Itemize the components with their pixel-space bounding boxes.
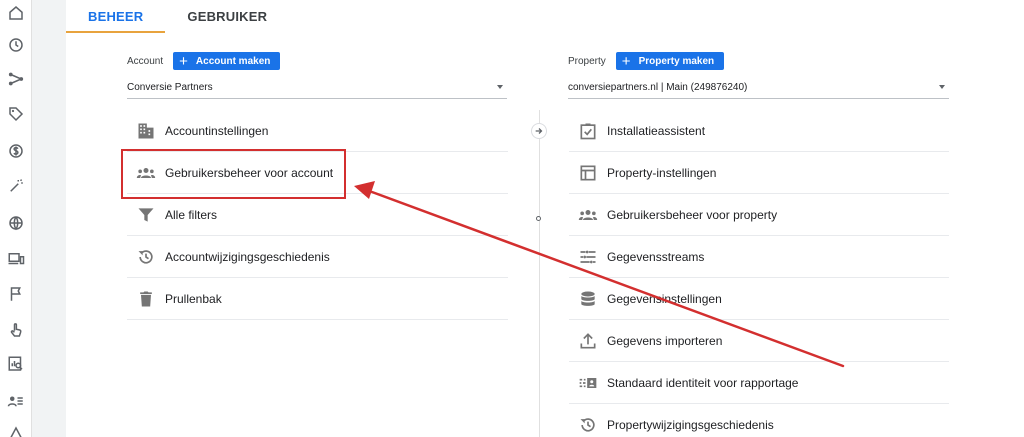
menu-item-label: Gegevens importeren [607,333,723,348]
menu-item-data-streams[interactable]: Gegevensstreams [569,236,949,278]
create-property-label: Property maken [638,55,715,67]
history-icon [135,246,157,268]
checkbox-icon [577,120,599,142]
create-property-button[interactable]: + Property maken [615,52,725,70]
menu-item-account-history[interactable]: Accountwijzigingsgeschiedenis [127,236,508,278]
menu-item-data-settings[interactable]: Gegevensinstellingen [569,278,949,320]
menu-item-setup-assistant[interactable]: Installatieassistent [569,110,949,152]
layout-icon [577,162,599,184]
streams-icon [577,246,599,268]
create-account-label: Account maken [195,55,271,67]
filter-icon [135,204,157,226]
plus-icon: + [179,52,188,70]
tab-gebruiker[interactable]: GEBRUIKER [165,0,289,33]
column-divider [539,110,540,437]
chevron-down-icon [497,85,503,89]
chevron-down-icon [939,85,945,89]
devices-icon[interactable] [6,249,26,269]
property-selected-value: conversiepartners.nl | Main (249876240) [568,82,748,93]
flag-icon[interactable] [6,284,26,304]
menu-item-data-import[interactable]: Gegevens importeren [569,320,949,362]
history-icon [577,414,599,436]
tab-beheer[interactable]: BEHEER [66,0,166,33]
menu-item-label: Alle filters [165,207,218,222]
upload-icon [577,330,599,352]
analytics-admin-screen: BEHEER GEBRUIKER Account + Account maken… [0,0,1024,437]
create-account-button[interactable]: + Account maken [173,52,281,70]
menu-item-account-user-management[interactable]: Gebruikersbeheer voor account [127,152,508,194]
property-menu: Installatieassistent Property-instelling… [569,110,949,437]
property-header: Property + Property maken [568,52,725,70]
plus-icon: + [621,52,631,70]
left-nav-rail [0,0,32,437]
menu-item-trash[interactable]: Prullenbak [127,278,508,320]
tag-icon[interactable] [6,104,26,124]
menu-item-label: Accountinstellingen [165,123,269,138]
menu-item-label: Accountwijzigingsgeschiedenis [165,249,330,264]
dollar-icon[interactable] [6,141,26,161]
divider-dot [536,216,541,221]
menu-item-account-settings[interactable]: Accountinstellingen [127,110,508,152]
explore-icon[interactable] [6,69,26,89]
touch-icon[interactable] [6,320,26,340]
magic-wand-icon[interactable] [6,176,26,196]
menu-item-label: Gegevensinstellingen [607,291,722,306]
arrow-right-icon[interactable] [531,123,547,139]
globe-icon[interactable] [6,213,26,233]
home-icon[interactable] [6,3,26,23]
trash-icon [135,288,157,310]
account-header: Account + Account maken [127,52,281,70]
account-selector[interactable]: Conversie Partners [127,77,507,99]
property-label: Property [568,55,606,67]
menu-item-label: Gebruikersbeheer voor account [165,165,334,180]
menu-item-property-user-management[interactable]: Gebruikersbeheer voor property [569,194,949,236]
property-selector[interactable]: conversiepartners.nl | Main (249876240) [568,77,949,99]
account-selected-value: Conversie Partners [127,82,213,93]
menu-item-label: Installatieassistent [607,123,706,138]
account-label: Account [127,55,164,67]
menu-item-property-settings[interactable]: Property-instellingen [569,152,949,194]
menu-item-label: Prullenbak [165,291,222,306]
admin-tabs: BEHEER GEBRUIKER [66,0,1024,33]
database-icon [577,288,599,310]
menu-item-label: Gebruikersbeheer voor property [607,207,778,222]
menu-item-label: Property-instellingen [607,165,717,180]
menu-item-label: Propertywijzigingsgeschiedenis [607,417,774,432]
menu-item-label: Gegevensstreams [607,249,705,264]
report-search-icon[interactable] [6,354,26,374]
people-icon [135,162,157,184]
building-icon [135,120,157,142]
account-menu: Accountinstellingen Gebruikersbeheer voo… [127,110,508,320]
user-list-icon[interactable] [6,391,26,411]
identity-icon [577,372,599,394]
menu-item-all-filters[interactable]: Alle filters [127,194,508,236]
menu-item-reporting-identity[interactable]: Standaard identiteit voor rapportage [569,362,949,404]
triangle-icon[interactable] [6,424,26,437]
people-icon [577,204,599,226]
menu-item-label: Standaard identiteit voor rapportage [607,375,799,390]
clock-icon[interactable] [6,35,26,55]
menu-item-property-history[interactable]: Propertywijzigingsgeschiedenis [569,404,949,437]
